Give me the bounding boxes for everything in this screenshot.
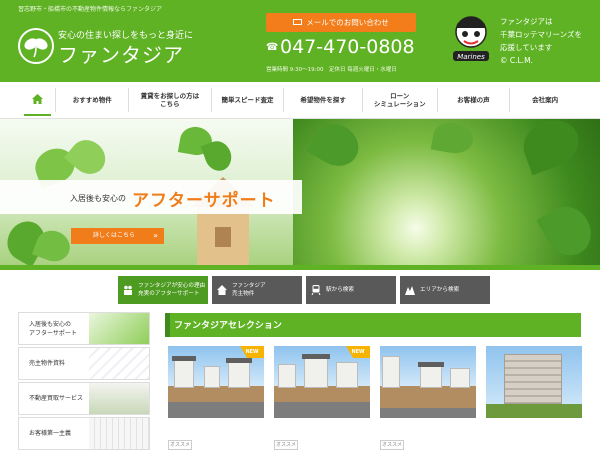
property-card[interactable] [380,346,476,418]
hero-subcaption: 入居後も安心の [70,194,126,203]
sidebar-clover-thumbnail [89,313,149,344]
marines-mascot-logo[interactable]: Marines [448,10,494,70]
business-hours: 営業時間 9:30～19:00 定休日 毎週火曜日・水曜日 [266,67,397,73]
sponsor-text: ファンタジアは 千葉ロッテマリーンズを 応援しています © C.L.M. [500,15,582,67]
sidebar-item-purchase-service[interactable]: 不動産買取サービス [18,382,150,415]
recommend-tag: オススメ [274,440,298,450]
phone-number[interactable]: 047-470-0808 [280,36,415,58]
people-icon [123,285,133,295]
map-icon [405,285,415,295]
logo-name: ファンタジア [58,43,184,67]
feature-after-support-button[interactable]: ファンタジアが安心の理由 充実のアフターサポート [118,276,208,304]
hero-details-label: 詳しくはこちら [93,232,136,239]
sponsor-line: 千葉ロッテマリーンズを [500,30,582,39]
property-card-list: NEW NEW オススメ オススメ オススメ [168,346,582,450]
header-tagline: 習志野市・船橋市の不動産物件情報ならファンタジア [18,6,163,13]
hero-banner[interactable]: 入居後も安心の アフターサポート 詳しくはこちら » [0,119,600,265]
sidebar-item-after-support[interactable]: 入居後も安心の アフターサポート [18,312,150,345]
sidebar-item-label: 売主物件資料 [29,360,66,367]
hero-headline: アフターサポート [132,191,276,211]
double-chevron-right-icon: » [153,231,158,240]
feature-label: ファンタジア 売主物件 [232,283,266,297]
house-icon [217,285,227,295]
sidebar-item-seller-documents[interactable]: 売主物件資料 [18,347,150,380]
mail-button-label: メールでのお問い合わせ [306,18,389,27]
nav-search[interactable]: 希望物件を探す [283,88,362,112]
property-card[interactable]: NEW [274,346,370,418]
property-card[interactable]: NEW [168,346,264,418]
sidebar-documents-thumbnail [89,348,149,379]
green-divider [0,265,600,270]
nav-loan-simulation[interactable]: ローン シミュレーション [361,88,437,112]
home-icon [32,94,44,106]
hero-tree-image [293,119,600,265]
nav-appraisal[interactable]: 簡単スピード査定 [210,88,284,112]
mansion-building [504,354,562,404]
sidebar-sketch-thumbnail [89,418,149,449]
mascot-text: Marines [457,53,485,61]
feature-seller-property-button[interactable]: ファンタジア 売主物件 [212,276,302,304]
feature-label: ファンタジアが安心の理由 充実のアフターサポート [138,283,206,297]
selection-title: ファンタジアセレクション [174,321,282,331]
clover-logo-icon [18,28,54,64]
feature-area-search-button[interactable]: エリアから検索 [400,276,490,304]
mail-icon [293,19,303,25]
feature-station-search-button[interactable]: 駅から検索 [306,276,396,304]
feature-buttons: ファンタジアが安心の理由 充実のアフターサポート ファンタジア 売主物件 駅から… [118,276,490,304]
site-logo[interactable]: 安心の住まい探しをもっと身近に ファンタジア [18,26,238,67]
hero-details-button[interactable]: 詳しくはこちら » [71,228,164,244]
main-nav: おすすめ物件 賃貸をお探しの方は こちら 簡単スピード査定 希望物件を探す ロー… [0,82,600,119]
mail-contact-button[interactable]: メールでのお問い合わせ [266,13,416,32]
site-header: 習志野市・船橋市の不動産物件情報ならファンタジア 安心の住まい探しをもっと身近に… [0,0,600,82]
nav-company[interactable]: 会社案内 [509,88,580,112]
sidebar-item-label: 入居後も安心の アフターサポート [29,320,77,337]
recommend-tag: オススメ [168,440,192,450]
nav-recommended[interactable]: おすすめ物件 [55,88,128,112]
nav-rental[interactable]: 賃貸をお探しの方は こちら [128,88,211,112]
property-card[interactable] [486,346,582,418]
feature-label: 駅から検索 [326,287,354,293]
feature-label: エリアから検索 [420,287,460,293]
recommend-tag: オススメ [380,440,404,450]
train-icon [311,285,321,296]
sponsor-line: 応援しています [500,43,553,52]
sidebar-item-label: 不動産買取サービス [29,395,84,402]
sidebar-item-label: お客様第一主義 [29,430,72,437]
sidebar: 入居後も安心の アフターサポート 売主物件資料 不動産買取サービス お客様第一主… [18,312,150,450]
sponsor-line: © C.L.M. [500,56,533,65]
nav-voices[interactable]: お客様の声 [436,88,510,112]
sponsor-line: ファンタジアは [500,17,553,26]
nav-home[interactable] [20,88,55,116]
sidebar-item-customer-first[interactable]: お客様第一主義 [18,417,150,450]
sidebar-house-thumbnail [89,383,149,414]
phone-icon: ☎ [266,42,279,53]
